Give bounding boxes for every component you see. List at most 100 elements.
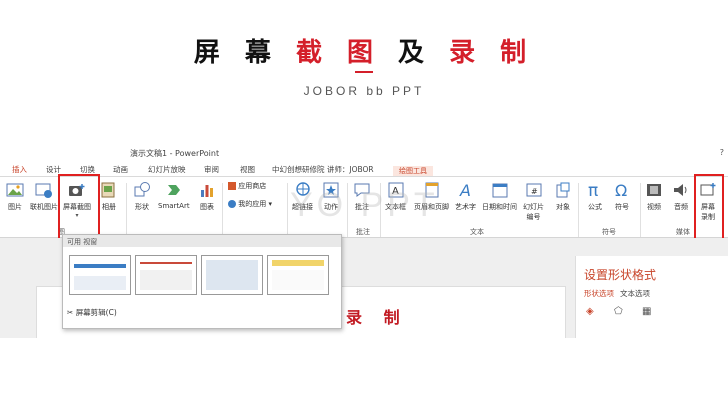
- title-underline: [355, 71, 373, 73]
- svg-text:Ω: Ω: [615, 181, 627, 199]
- screen-clipping-item[interactable]: ✂ 屏幕剪辑(C): [67, 307, 117, 318]
- tab-custom[interactable]: 中幻创想研修院 讲师：JOBOR: [272, 164, 374, 175]
- svg-text:π: π: [588, 181, 598, 199]
- screen-clipping-label: 屏幕剪辑(C): [75, 308, 117, 317]
- highlight-box-screen-recording: [694, 174, 724, 240]
- pentagon-icon[interactable]: ⬠: [614, 306, 623, 317]
- object-icon: [556, 182, 570, 198]
- store-icon: [228, 182, 236, 190]
- tab-insert[interactable]: 插入: [12, 164, 27, 175]
- my-apps-icon: [228, 200, 236, 208]
- equation-label: 公式: [588, 203, 602, 211]
- help-button[interactable]: ?: [720, 148, 724, 157]
- group-comment-label: 批注: [356, 228, 370, 236]
- shapes-icon: [134, 182, 150, 197]
- slide-number-label-2: 编号: [526, 213, 541, 221]
- smartart-button[interactable]: SmartArt: [158, 181, 190, 210]
- tab-slideshow[interactable]: 幻灯片放映: [148, 164, 186, 175]
- my-apps-button[interactable]: 我的应用 ▾: [228, 199, 272, 209]
- group-symbol-label: 符号: [602, 228, 616, 236]
- symbol-button[interactable]: Ω 符号: [613, 181, 631, 212]
- speaker-icon: [674, 184, 687, 196]
- tab-shape-options[interactable]: 形状选项: [584, 289, 614, 298]
- photo-album-button[interactable]: 相册: [100, 181, 118, 212]
- photo-album-label: 相册: [102, 203, 116, 211]
- window-title: 演示文稿1 - PowerPoint: [130, 149, 220, 158]
- shapes-button[interactable]: 形状: [133, 181, 151, 212]
- ribbon-separator: [287, 183, 288, 237]
- calendar-icon: [492, 183, 507, 198]
- audio-label: 音频: [674, 203, 688, 211]
- app-store-label: 应用商店: [238, 182, 267, 190]
- title-part-2: 截 图: [295, 38, 381, 68]
- slide-number-icon: #: [526, 183, 541, 197]
- object-label: 对象: [556, 203, 570, 211]
- highlight-box-screenshot: [58, 174, 100, 240]
- group-text-label: 文本: [470, 228, 484, 236]
- my-apps-label: 我的应用: [238, 200, 267, 208]
- picture-label: 图片: [8, 203, 22, 211]
- audio-button[interactable]: 音频: [672, 181, 690, 212]
- format-pane-tabs: 形状选项 文本选项: [584, 288, 650, 299]
- slide-text: 录 制: [346, 308, 408, 327]
- wordart-button[interactable]: A 艺术字: [455, 181, 476, 212]
- window-titlebar: 演示文稿1 - PowerPoint ?: [0, 144, 728, 162]
- svg-text:A: A: [459, 181, 471, 199]
- title-part-1: 屏 幕: [193, 38, 296, 68]
- smartart-icon: [167, 185, 180, 195]
- title-part-4: 录 制: [449, 38, 535, 68]
- online-picture-label: 联机图片: [30, 203, 58, 211]
- group-media-label: 媒体: [676, 228, 690, 236]
- title-part-3: 及: [381, 38, 450, 68]
- watermark: YO PPT: [290, 186, 439, 224]
- ribbon-separator: [578, 183, 579, 237]
- tab-view[interactable]: 视图: [240, 164, 255, 175]
- tab-animations[interactable]: 动画: [113, 164, 128, 175]
- ribbon-tabbar: 插入 设计 切换 动画 幻灯片放映 审阅 视图 中幻创想研修院 讲师：JOBOR…: [0, 162, 728, 187]
- chart-button[interactable]: 图表: [198, 181, 216, 212]
- ribbon-separator: [126, 183, 127, 237]
- shapes-label: 形状: [135, 203, 149, 211]
- window-thumbnail[interactable]: [135, 255, 197, 295]
- slide-number-button[interactable]: # 幻灯片 编号: [523, 181, 544, 222]
- object-button[interactable]: 对象: [554, 181, 572, 212]
- tab-text-options[interactable]: 文本选项: [620, 289, 650, 298]
- video-button[interactable]: 视频: [645, 181, 663, 212]
- pi-icon: π: [588, 181, 598, 199]
- format-shape-pane: 设置形状格式 形状选项 文本选项 ◈ ⬠ ▦: [575, 256, 728, 338]
- powerpoint-screenshot: 演示文稿1 - PowerPoint ? 插入 设计 切换 动画 幻灯片放映 审…: [0, 144, 728, 338]
- online-picture-button[interactable]: 联机图片: [30, 181, 58, 212]
- chart-icon: [201, 185, 213, 197]
- tab-review[interactable]: 审阅: [204, 164, 219, 175]
- slide-number-label-1: 幻灯片: [523, 203, 544, 211]
- screenshot-dropdown: 可用 视窗 ✂ 屏幕剪辑(C): [62, 234, 342, 329]
- available-windows-header: 可用 视窗: [63, 235, 341, 247]
- symbol-label: 符号: [615, 203, 629, 211]
- contextual-tab-drawing-tools: 绘图工具: [393, 166, 433, 176]
- layout-icon[interactable]: ▦: [642, 306, 651, 317]
- picture-icon: [6, 183, 24, 197]
- wordart-icon: A: [459, 181, 471, 199]
- chart-label: 图表: [200, 203, 214, 211]
- app-store-button[interactable]: 应用商店: [228, 181, 266, 191]
- film-icon: [647, 184, 661, 196]
- smartart-label: SmartArt: [158, 202, 190, 210]
- svg-text:#: #: [531, 187, 538, 196]
- date-time-button[interactable]: 日期和时间: [482, 181, 517, 212]
- equation-button[interactable]: π 公式: [586, 181, 604, 212]
- fill-bucket-icon[interactable]: ◈: [586, 306, 594, 317]
- online-picture-icon: [35, 183, 52, 198]
- picture-button[interactable]: 图片: [6, 181, 24, 212]
- window-thumbnail[interactable]: [267, 255, 329, 295]
- ribbon-separator: [640, 183, 641, 237]
- page-title: 屏 幕 截 图 及 录 制: [0, 32, 728, 69]
- window-thumbnail[interactable]: [69, 255, 131, 295]
- format-pane-title: 设置形状格式: [584, 268, 657, 282]
- window-thumbnail[interactable]: [201, 255, 263, 295]
- subtitle: JOBOR bb PPT: [303, 84, 425, 98]
- screen-clipping-icon: ✂: [67, 308, 74, 317]
- photo-album-icon: [101, 182, 115, 198]
- wordart-label: 艺术字: [455, 203, 476, 211]
- ribbon-separator: [222, 183, 223, 237]
- date-time-label: 日期和时间: [482, 203, 517, 211]
